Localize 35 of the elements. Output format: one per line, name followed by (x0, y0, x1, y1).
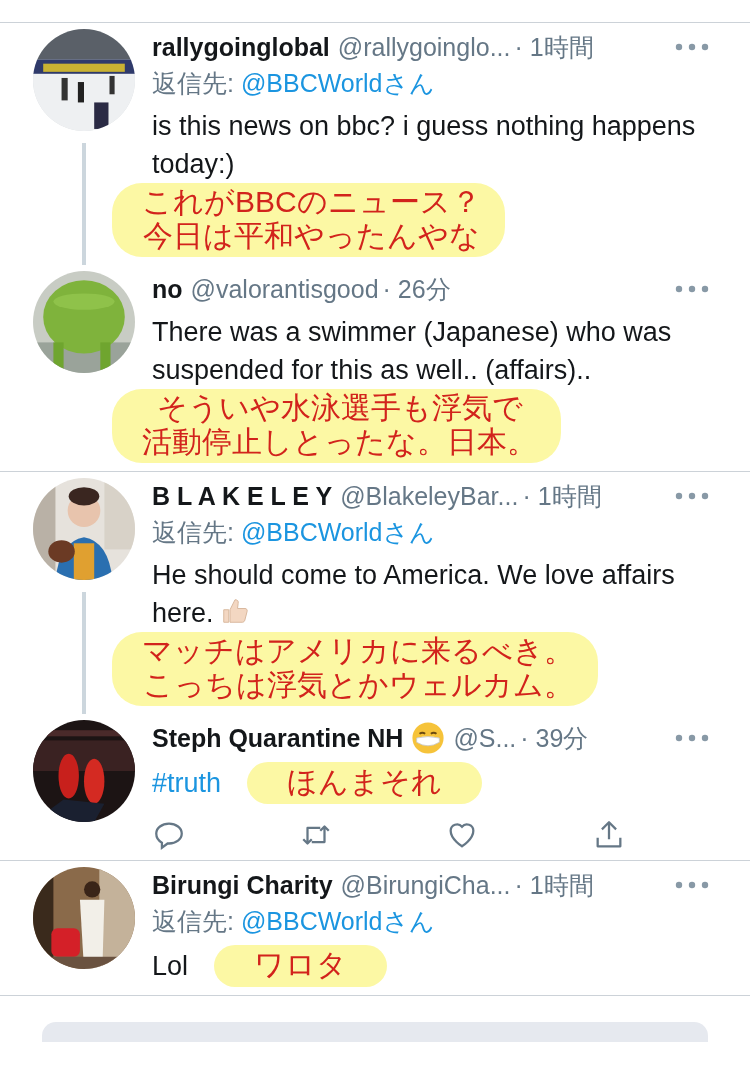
tweet-text: He should come to America. We love affairs here. (152, 560, 675, 628)
more-icon[interactable] (674, 880, 710, 890)
user-name[interactable]: Birungi Charity (152, 870, 333, 900)
annotation-line: 活動停止しとったな。日本。 (142, 425, 537, 459)
reply-label: 返信先: (152, 518, 234, 546)
tweet-text: There was a swimmer (Japanese) who was suspended for this as well.. (affairs).. (152, 317, 672, 385)
annotation-note: ほんまそれ (247, 762, 483, 804)
user-name[interactable]: B L A K E L E Y (152, 481, 333, 511)
annotation-line: こっちは浮気とかウェルカム。 (142, 668, 574, 702)
annotation-line: マッチはアメリカに来るべき。 (142, 634, 574, 668)
reply-label: 返信先: (152, 907, 234, 935)
user-handle: @valorantisgood (190, 274, 379, 304)
more-icon[interactable] (674, 284, 710, 294)
annotation-line: 今日は平和やったんやな (142, 219, 480, 253)
user-handle: @S... (453, 723, 517, 753)
annotation-line: これがBBCのニュース？ (142, 185, 481, 219)
annotation-note: ワロタ (214, 945, 388, 987)
more-icon[interactable] (674, 491, 710, 501)
user-name[interactable]: Steph Quarantine NH (152, 723, 404, 753)
user-name[interactable]: no (152, 274, 183, 304)
user-handle: @BirungiCha... (340, 870, 511, 900)
more-icon[interactable] (674, 733, 710, 743)
reply-label: 返信先: (152, 69, 234, 97)
tweet-time: · 1時間 (514, 869, 594, 901)
more-icon[interactable] (674, 42, 710, 52)
tweet-time: · 26分 (382, 273, 451, 305)
tweet-time: · 39分 (520, 722, 589, 754)
tweet-time: · 1時間 (514, 31, 594, 63)
user-handle: @rallygoinglo... (337, 32, 511, 62)
user-handle: @BlakeleyBar... (340, 481, 519, 511)
annotation-line: そういや水泳選手も浮気で (156, 391, 523, 425)
tweet-text: Lol (152, 951, 189, 981)
user-name[interactable]: rallygoinglobal (152, 32, 330, 62)
tweet-text: is this news on bbc? i guess nothing happens today:) (152, 111, 696, 179)
tweet-time: · 1時間 (522, 480, 602, 512)
